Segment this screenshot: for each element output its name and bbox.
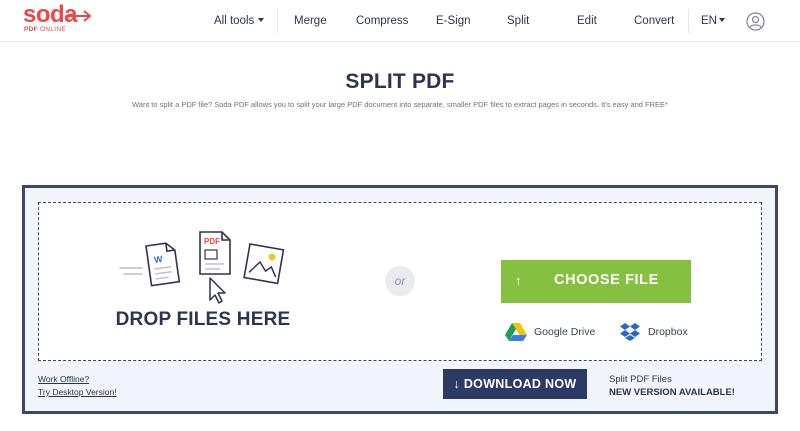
- nav-merge[interactable]: Merge: [294, 0, 327, 42]
- nav-edit[interactable]: Edit: [577, 0, 597, 42]
- nav-esign[interactable]: E-Sign: [436, 0, 471, 42]
- google-drive-button[interactable]: Google Drive: [505, 322, 597, 342]
- logo-tagline: PDF ONLINE: [24, 26, 66, 33]
- nav-split[interactable]: Split: [507, 0, 529, 42]
- version-available-label: NEW VERSION AVAILABLE!: [609, 387, 735, 398]
- language-label: EN: [701, 15, 717, 27]
- nav-all-tools[interactable]: All tools: [214, 0, 265, 42]
- try-desktop-link[interactable]: Try Desktop Version!: [38, 386, 117, 399]
- dropbox-icon: [620, 323, 640, 341]
- nav-all-tools-label: All tools: [214, 15, 255, 27]
- work-offline-link[interactable]: Work Offline?: [38, 373, 117, 386]
- version-product-label: Split PDF Files: [609, 374, 672, 385]
- chevron-down-icon: [718, 17, 725, 22]
- documents-illustration-icon: W PDF: [119, 231, 285, 304]
- work-offline-links: Work Offline? Try Desktop Version!: [38, 373, 117, 399]
- dropbox-button[interactable]: Dropbox: [619, 322, 691, 342]
- download-now-button[interactable]: ↓ DOWNLOAD NOW: [443, 369, 587, 399]
- nav-convert[interactable]: Convert: [634, 0, 674, 42]
- dropbox-label: Dropbox: [648, 326, 688, 338]
- logo-tagline-pdf: PDF: [24, 26, 38, 33]
- nav-divider: [277, 9, 278, 33]
- google-drive-label: Google Drive: [534, 326, 596, 338]
- drop-files-label: DROP FILES HERE: [115, 309, 291, 330]
- choose-file-label: CHOOSE FILE: [554, 272, 659, 288]
- or-separator: or: [385, 266, 415, 296]
- page-subtitle: Want to split a PDF file? Soda PDF allow…: [132, 100, 668, 109]
- google-drive-icon: [505, 323, 527, 341]
- pdf-doc-label: PDF: [204, 237, 220, 246]
- soda-pdf-logo[interactable]: soda PDF ONLINE: [23, 1, 98, 38]
- top-navigation-bar: soda PDF ONLINE All tools Merge Compress…: [0, 0, 800, 42]
- nav-divider: [688, 9, 689, 33]
- choose-file-button[interactable]: ↑ CHOOSE FILE: [501, 260, 691, 303]
- page-title: SPLIT PDF: [345, 70, 455, 93]
- new-version-notice: Split PDF Files NEW VERSION AVAILABLE!: [609, 373, 735, 399]
- nav-compress[interactable]: Compress: [356, 0, 408, 42]
- user-icon[interactable]: [746, 12, 765, 31]
- language-selector[interactable]: EN: [701, 0, 725, 42]
- logo-tagline-online: ONLINE: [40, 26, 67, 33]
- chevron-down-icon: [258, 17, 265, 22]
- arrow-up-icon: ↑: [515, 273, 523, 288]
- logo-arrow-icon: [68, 10, 92, 22]
